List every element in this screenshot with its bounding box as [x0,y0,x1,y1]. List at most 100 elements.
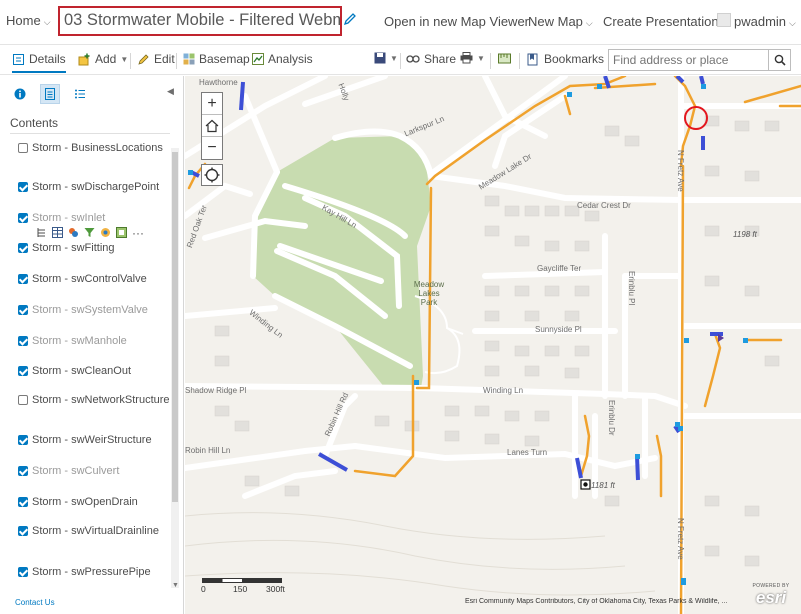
contact-us-link[interactable]: Contact Us [15,598,55,607]
layer-label: Storm - swWeirStructure [32,434,152,446]
chevron-down-icon: ⌵ [585,18,593,28]
map-attribution: Esri Community Maps Contributors, City o… [465,598,728,605]
tab-contents[interactable] [40,84,60,104]
save-button[interactable]: ▼ [374,52,398,64]
map-canvas[interactable]: Hawthorne Holly Larkspur Ln Meadow Lake … [185,76,801,614]
street-label: Lanes Turn [507,448,548,457]
scale-label: 0 [201,584,206,594]
add-button[interactable]: Add ▼ [78,52,128,66]
details-icon [13,53,24,65]
map-title[interactable]: 03 Stormwater Mobile - Filtered Webmap [58,6,342,36]
home-menu[interactable]: Home ⌵ [6,13,51,28]
layer-checkbox[interactable] [18,274,28,284]
layer-checkbox[interactable] [18,305,28,315]
layer-checkbox[interactable] [18,395,28,405]
layer-checkbox[interactable] [18,466,28,476]
edit-button[interactable]: Edit [138,52,175,66]
scale-label: 300ft [266,584,285,594]
layer-label: Storm - swManhole [32,335,127,347]
tab-about[interactable] [10,84,30,104]
divider [130,53,131,69]
home-icon [205,119,219,132]
map-viewer-app: Home ⌵ 03 Stormwater Mobile - Filtered We… [0,0,801,614]
bookmarks-label: Bookmarks [544,52,605,66]
layer-checkbox[interactable] [18,143,28,153]
layer-checkbox[interactable] [18,526,28,536]
add-label: Add [95,52,117,66]
filter-icon[interactable] [84,227,95,238]
basemap-button[interactable]: Basemap [183,52,250,66]
share-button[interactable]: Share [406,52,456,66]
scrollbar-thumb[interactable] [172,152,178,502]
elevation-label: 1198 ft [733,230,757,239]
layer-label: Storm - swCleanOut [32,365,132,377]
bookmarks-button[interactable]: Bookmarks [527,52,604,66]
selection-circle [684,106,708,130]
layer-checkbox[interactable] [18,182,28,192]
divider [519,53,520,69]
zoom-out-button[interactable]: − [202,137,222,159]
search-input[interactable] [608,49,769,71]
username: pwadmin [734,14,787,29]
chevron-down-icon: ▼ [390,53,398,63]
sidebar-panel: ◀ Contents Storm - BusinessLocations ···… [0,76,184,614]
measure-button[interactable] [498,52,511,65]
scale-label: 150 [233,584,248,594]
layer-checkbox[interactable] [18,366,28,376]
layer-checkbox[interactable] [18,497,28,507]
street-label: Shadow Ridge Pl [185,386,247,395]
user-menu[interactable]: pwadmin ⌵ [734,14,796,29]
share-icon [406,55,420,63]
avatar[interactable] [717,13,731,27]
street-label: Erinblu Dr [607,400,616,436]
layer-label: Storm - swFitting [32,242,115,254]
pencil-icon[interactable] [343,12,357,26]
print-button[interactable]: ▼ [460,52,485,64]
street-label: Sunnyside Pl [535,325,582,334]
add-layer-icon [78,53,90,65]
tab-legend[interactable] [70,84,90,104]
street-label: Hawthorne [199,78,238,87]
divider [10,133,170,134]
esri-brand-text: esri [755,588,787,607]
basemap-label: Basemap [199,52,250,66]
locate-button[interactable] [201,164,223,186]
scale-bar [202,578,282,583]
esri-logo[interactable]: POWERED BY esri [748,583,794,606]
basemap-graphic [185,76,801,614]
layer-label: Storm - swCulvert [32,465,120,477]
top-header: Home ⌵ 03 Stormwater Mobile - Filtered We… [0,0,801,44]
change-style-icon[interactable] [68,227,79,238]
search-button[interactable] [769,49,791,71]
divider [176,53,177,69]
layer-list: Storm - BusinessLocations ··· Storm - sw… [0,138,170,593]
map-icon[interactable] [116,227,127,238]
park-label: Meadow Lakes Park [413,280,445,307]
layer-checkbox[interactable] [18,213,28,223]
layer-label: Storm - swPressurePipe [32,566,151,578]
more-options-icon[interactable]: ··· [132,227,144,239]
info-icon [14,88,26,100]
layer-checkbox[interactable] [18,336,28,346]
pencil-icon [138,54,149,65]
open-in-new-viewer-link[interactable]: Open in new Map Viewer [384,14,529,29]
new-map-menu[interactable]: New Map ⌵ [528,14,593,29]
layer-checkbox[interactable] [18,435,28,445]
legend-icon[interactable] [36,227,47,238]
collapse-panel-icon[interactable]: ◀ [167,86,174,97]
layer-checkbox[interactable] [18,567,28,577]
layer-tools: ··· [36,227,144,239]
search-icon [774,54,786,66]
zoom-in-button[interactable]: + [202,93,222,115]
table-icon[interactable] [52,227,63,238]
home-extent-button[interactable] [202,115,222,137]
edit-label: Edit [154,52,175,66]
street-label: N Fretz Ave [676,518,685,560]
elevation-label: 1181 ft [591,481,615,490]
analysis-button[interactable]: Analysis [252,52,313,66]
analysis-icon[interactable] [100,227,111,238]
details-button[interactable]: Details [12,52,66,73]
layer-checkbox[interactable] [18,243,28,253]
create-presentation-link[interactable]: Create Presentation [603,14,719,29]
scroll-down-icon[interactable]: ▼ [172,582,179,589]
